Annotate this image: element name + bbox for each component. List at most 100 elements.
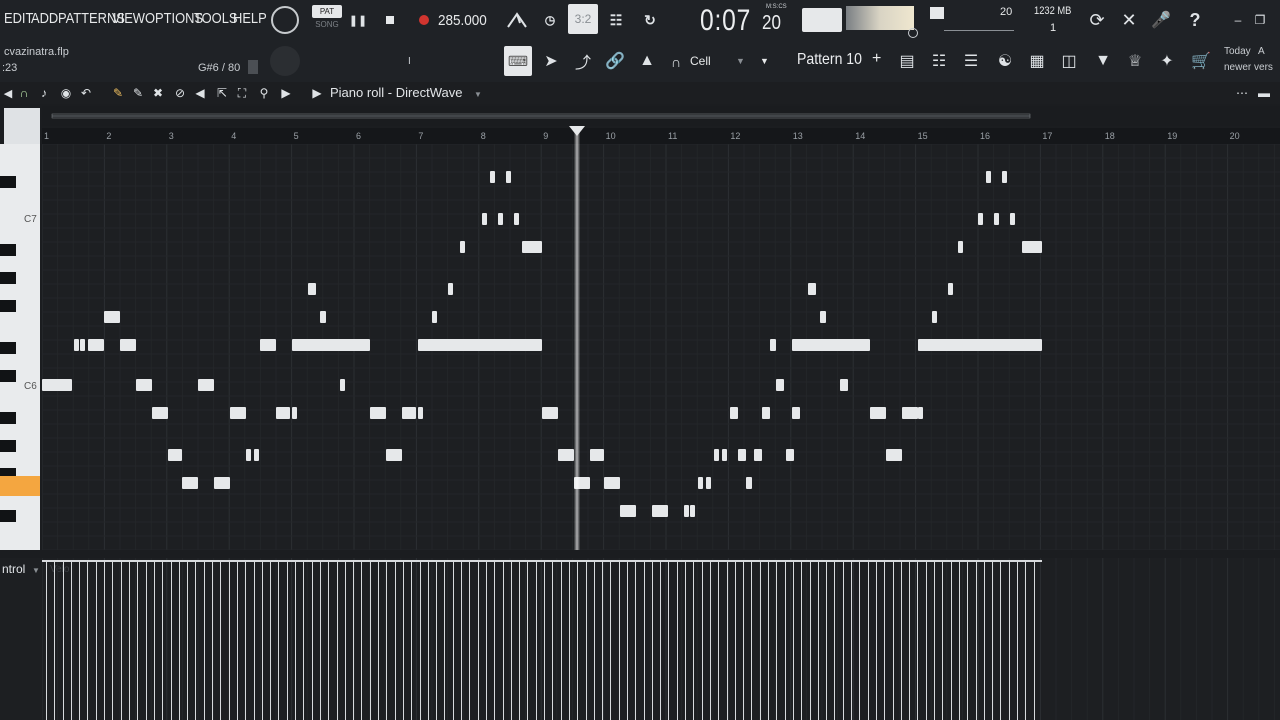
pattern-selector[interactable]: Pattern 10 (797, 51, 862, 69)
midi-note[interactable] (308, 283, 316, 295)
velocity-bar[interactable] (378, 562, 379, 720)
stamp-icon[interactable]: ▲ (636, 50, 658, 72)
record-target-icon[interactable]: ◉ (58, 85, 74, 101)
velocity-bar[interactable] (303, 562, 304, 720)
black-key[interactable] (0, 510, 16, 522)
velocity-bar[interactable] (527, 562, 528, 720)
velocity-bar[interactable] (868, 562, 869, 720)
arrow-right-icon[interactable]: ➤ (540, 50, 562, 72)
midi-note[interactable] (746, 477, 752, 489)
detach-icon[interactable]: ⋯ (1234, 85, 1250, 101)
speaker-icon[interactable]: ▶ (308, 85, 326, 101)
velocity-bar[interactable] (129, 562, 130, 720)
velocity-bar[interactable] (801, 562, 802, 720)
channel-rack-icon[interactable]: ☰ (960, 50, 982, 72)
velocity-bar[interactable] (320, 562, 321, 720)
velocity-bar[interactable] (652, 562, 653, 720)
velocity-bar[interactable] (112, 562, 113, 720)
velocity-bar[interactable] (71, 562, 72, 720)
velocity-bar[interactable] (710, 562, 711, 720)
velocity-bar[interactable] (901, 562, 902, 720)
velocity-bar[interactable] (594, 562, 595, 720)
loop-icon[interactable]: ↶ (78, 85, 94, 101)
main-volume-knob[interactable] (270, 46, 300, 76)
velocity-bar[interactable] (96, 562, 97, 720)
maximize-icon[interactable]: ❐ (1252, 12, 1268, 28)
velocity-bar[interactable] (876, 562, 877, 720)
velocity-bar[interactable] (810, 562, 811, 720)
pitch-tool-icon[interactable]: ♕ (1124, 50, 1146, 72)
master-knob[interactable] (271, 6, 299, 34)
song-toggle[interactable]: SONG (312, 20, 342, 32)
velocity-bar[interactable] (735, 562, 736, 720)
velocity-bar[interactable] (635, 562, 636, 720)
midi-note[interactable] (918, 339, 1042, 351)
velocity-bar[interactable] (718, 562, 719, 720)
velocity-bar[interactable] (63, 562, 64, 720)
velocity-bar[interactable] (154, 562, 155, 720)
midi-note[interactable] (730, 407, 738, 419)
menu-help[interactable]: HELP (233, 10, 267, 27)
minimize-icon[interactable]: – (1230, 12, 1246, 28)
midi-note[interactable] (514, 213, 519, 225)
velocity-bar[interactable] (229, 562, 230, 720)
highlighted-key[interactable] (0, 476, 40, 496)
velocity-bar[interactable] (577, 562, 578, 720)
velocity-bar[interactable] (859, 562, 860, 720)
velocity-bar[interactable] (893, 562, 894, 720)
midi-note[interactable] (276, 407, 290, 419)
master-pitch-icon[interactable] (908, 28, 918, 38)
velocity-bar[interactable] (1009, 562, 1010, 720)
piano-roll-icon[interactable]: ☷ (928, 50, 950, 72)
midi-note[interactable] (230, 407, 246, 419)
note-grid[interactable] (42, 144, 1280, 550)
velocity-bar[interactable] (237, 562, 238, 720)
midi-note[interactable] (786, 449, 794, 461)
velocity-bar[interactable] (104, 562, 105, 720)
midi-note[interactable] (152, 407, 168, 419)
midi-note[interactable] (260, 339, 276, 351)
sample-icon[interactable]: ✦ (1156, 50, 1178, 72)
midi-note[interactable] (902, 407, 918, 419)
link-icon[interactable]: 🔗 (604, 50, 626, 72)
velocity-bar[interactable] (851, 562, 852, 720)
midi-note[interactable] (448, 283, 453, 295)
velocity-bar[interactable] (934, 562, 935, 720)
velocity-bar[interactable] (187, 562, 188, 720)
velocity-bar[interactable] (220, 562, 221, 720)
velocity-bar[interactable] (270, 562, 271, 720)
midi-note[interactable] (214, 477, 230, 489)
velocity-bar[interactable] (959, 562, 960, 720)
help-icon[interactable]: ? (1184, 8, 1206, 32)
midi-note[interactable] (754, 449, 762, 461)
midi-note[interactable] (292, 407, 297, 419)
plugin-icon[interactable]: ▼ (1092, 50, 1114, 72)
midi-note[interactable] (482, 213, 487, 225)
velocity-bar[interactable] (444, 562, 445, 720)
shop-icon[interactable]: 🛒 (1190, 50, 1212, 72)
velocity-bar[interactable] (278, 562, 279, 720)
midi-note[interactable] (776, 379, 784, 391)
velocity-bar[interactable] (328, 562, 329, 720)
velocity-bar[interactable] (245, 562, 246, 720)
velocity-bar[interactable] (179, 562, 180, 720)
midi-note[interactable] (74, 339, 79, 351)
velocity-bar[interactable] (1025, 562, 1026, 720)
midi-note[interactable] (120, 339, 136, 351)
midi-note[interactable] (714, 449, 719, 461)
velocity-bar[interactable] (685, 562, 686, 720)
pitch-slider[interactable] (944, 30, 1014, 31)
velocity-bar[interactable] (967, 562, 968, 720)
chevron-down-icon[interactable]: ▼ (736, 56, 745, 66)
midi-note[interactable] (1010, 213, 1015, 225)
midi-note[interactable] (386, 449, 402, 461)
pattern-menu-icon[interactable]: ▼ (760, 56, 769, 66)
midi-note[interactable] (522, 241, 542, 253)
tempo-display[interactable]: 285.000 (438, 12, 487, 29)
menu-tools[interactable]: TOOLS (194, 10, 237, 27)
title-chevron-icon[interactable]: ▼ (474, 90, 482, 99)
midi-note[interactable] (808, 283, 816, 295)
playlist-icon[interactable]: ▤ (896, 50, 918, 72)
velocity-bar[interactable] (992, 562, 993, 720)
velocity-bar[interactable] (212, 562, 213, 720)
